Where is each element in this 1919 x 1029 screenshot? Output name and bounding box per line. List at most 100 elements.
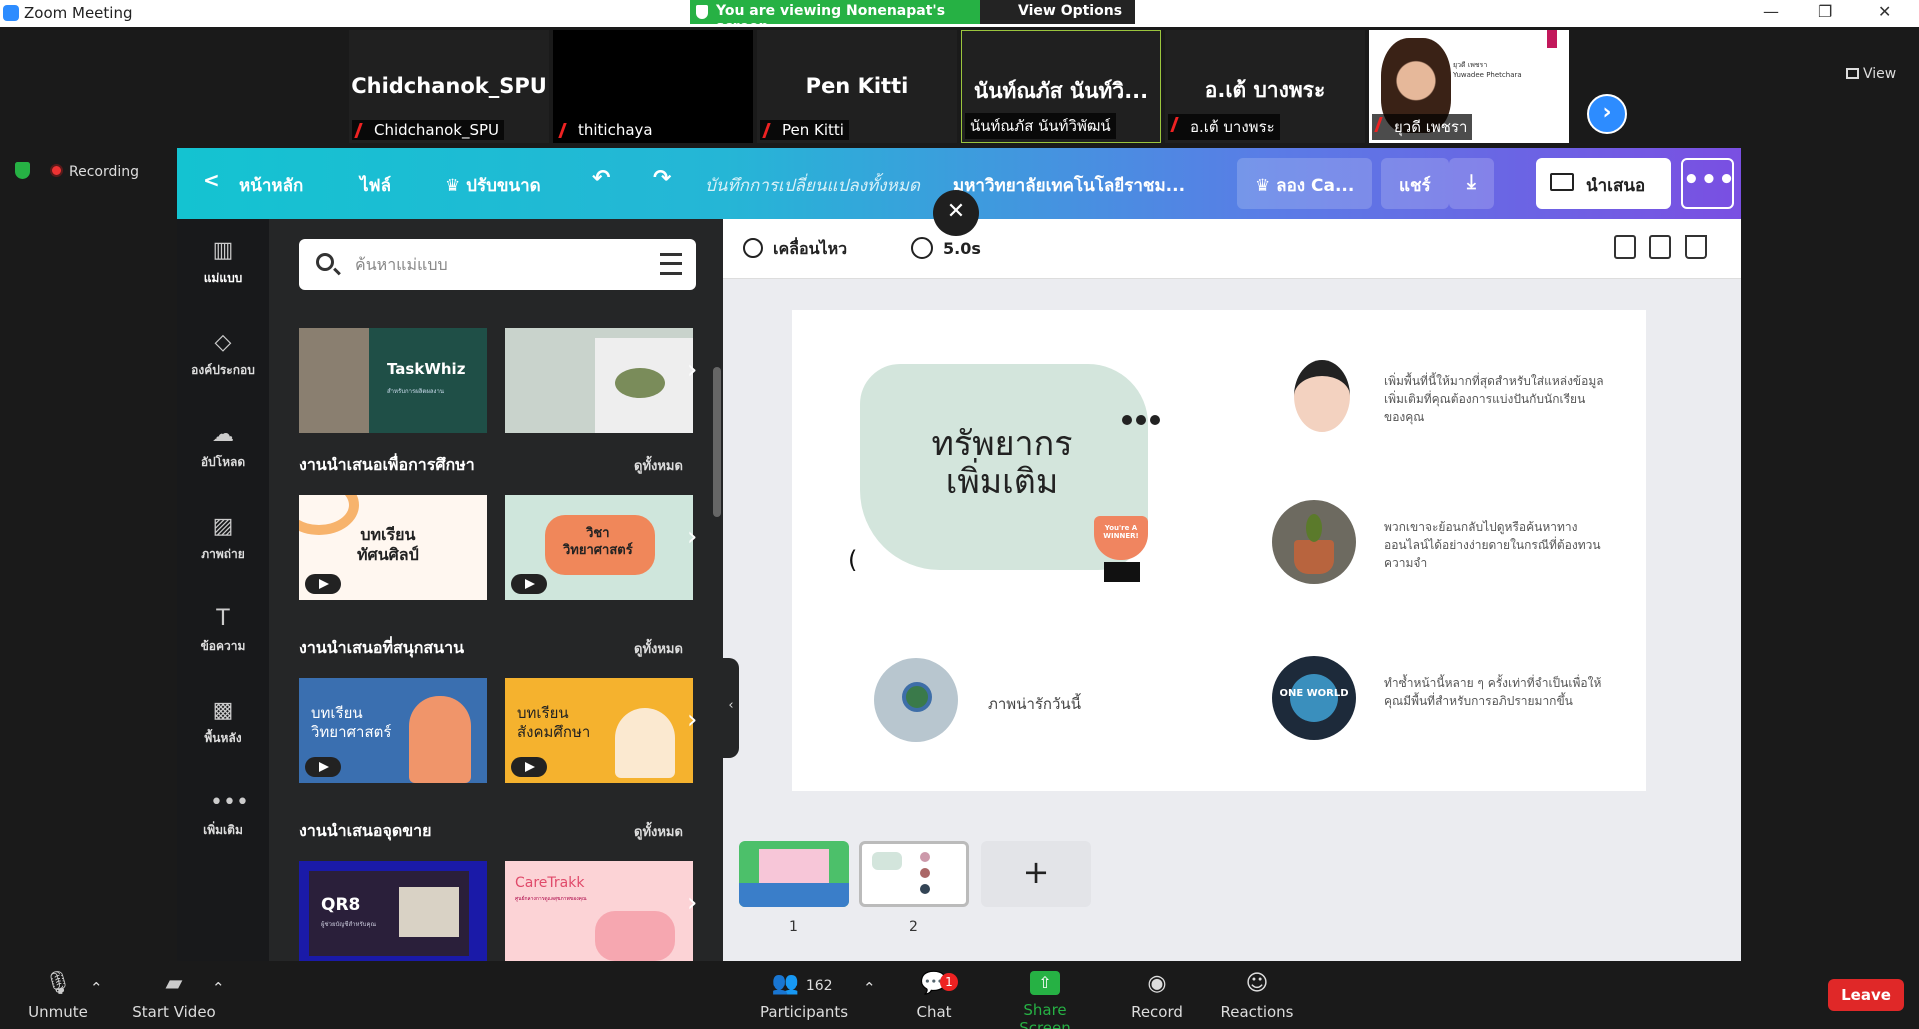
redo-icon[interactable]: ↷: [653, 166, 671, 191]
participant-tile[interactable]: อ.เต้ บางพระ อ.เต้ บางพระ: [1165, 30, 1365, 143]
file-menu[interactable]: ไฟล์: [360, 172, 391, 199]
template-thumbnail[interactable]: บทเรียน สังคมศึกษา: [505, 678, 693, 783]
trophy-sticker[interactable]: You're A WINNER!: [1088, 510, 1154, 582]
upload-icon: ☁: [212, 422, 234, 447]
add-page-button[interactable]: +: [981, 841, 1091, 907]
nav-background[interactable]: ▩ พื้นหลัง: [177, 699, 269, 748]
try-canva-pro-button[interactable]: ♛ ลอง Ca...: [1237, 158, 1373, 209]
page-thumbnail-1[interactable]: [739, 841, 849, 907]
chat-button[interactable]: 💬 1 Chat: [910, 971, 958, 1021]
animate-button[interactable]: เคลื่อนไหว: [743, 237, 847, 262]
participant-tile-video[interactable]: ยุวดี เพชรา Yuwadee Phetchara ยุวดี เพชรา: [1369, 30, 1569, 143]
nav-photos[interactable]: ▨ ภาพถ่าย: [177, 515, 269, 564]
carousel-next-icon[interactable]: ›: [687, 888, 697, 918]
timer-icon: [911, 237, 933, 259]
template-title: CareTrakk: [515, 875, 585, 891]
unmute-button[interactable]: 🎙 Unmute: [28, 971, 88, 1021]
shield-icon: [696, 5, 708, 19]
participant-tile-active-speaker[interactable]: นันท์ณภัส นันท์วิ... นันท์ณภัส นันท์วิพั…: [961, 30, 1161, 143]
reactions-icon: ☺: [1245, 971, 1269, 996]
carousel-next-icon[interactable]: ›: [687, 522, 697, 552]
download-icon[interactable]: ⤓: [1449, 158, 1494, 209]
add-page-icon[interactable]: [1614, 235, 1636, 259]
view-layout-button[interactable]: View: [1846, 66, 1896, 82]
nav-uploads[interactable]: ☁ อัปโหลด: [177, 423, 269, 472]
slide-text-2[interactable]: พวกเขาจะย้อนกลับไปดูหรือค้นหาทางออนไลน์ไ…: [1384, 518, 1604, 572]
template-thumbnail[interactable]: วิชา วิทยาศาสตร์: [505, 495, 693, 600]
editor-horizontal-scroll[interactable]: [723, 811, 1741, 823]
page-thumbnail-2[interactable]: [859, 841, 969, 907]
nav-more[interactable]: ••• เพิ่มเติม: [177, 791, 269, 840]
template-title: TaskWhiz: [387, 360, 466, 378]
undo-icon[interactable]: ↶: [592, 166, 610, 191]
nav-elements[interactable]: ◇ องค์ประกอบ: [177, 331, 269, 380]
more-options-button[interactable]: •••: [1681, 158, 1735, 209]
one-world-image[interactable]: ONE WORLD: [1272, 656, 1356, 740]
view-options-button[interactable]: View Options ⌄: [980, 0, 1135, 35]
leave-meeting-button[interactable]: Leave: [1828, 979, 1904, 1011]
see-all-link[interactable]: ดูทั้งหมด: [634, 455, 683, 476]
participant-tile[interactable]: thitichaya: [553, 30, 753, 143]
share-screen-button[interactable]: ⇧ Share Screen: [998, 971, 1092, 1029]
template-thumbnail[interactable]: บทเรียน วิทยาศาสตร์: [299, 678, 487, 783]
delete-page-icon[interactable]: [1685, 235, 1707, 259]
carousel-next-icon[interactable]: ›: [687, 705, 697, 735]
minimize-button[interactable]: —: [1763, 2, 1779, 21]
share-button[interactable]: แชร์: [1381, 158, 1449, 209]
next-participants-button[interactable]: ›: [1587, 94, 1627, 134]
search-icon: [316, 253, 334, 271]
participants-button[interactable]: 👥 162 Participants: [760, 971, 848, 1021]
template-thumbnail[interactable]: CareTrakk ศูนย์กลางการดูแลสุขภาพของคุณ: [505, 861, 693, 961]
participant-name-label: นันท์ณภัส นันท์วิพัฒน์: [965, 113, 1116, 139]
resize-button[interactable]: ♛ ปรับขนาด: [445, 172, 541, 199]
nav-templates[interactable]: ▥ แม่แบบ: [177, 239, 269, 288]
back-chevron-icon[interactable]: <: [203, 168, 220, 192]
reactions-button[interactable]: ☺ Reactions: [1220, 971, 1294, 1021]
participant-tile[interactable]: Pen Kitti Pen Kitti: [757, 30, 957, 143]
restore-button[interactable]: ❐: [1818, 2, 1832, 21]
photo-decoration: [1547, 30, 1557, 48]
timing-button[interactable]: 5.0s: [911, 237, 981, 259]
start-video-button[interactable]: ▰ Start Video: [132, 971, 216, 1021]
video-play-icon: [305, 757, 341, 777]
duplicate-page-icon[interactable]: [1649, 235, 1671, 259]
nav-text[interactable]: T ข้อความ: [177, 607, 269, 656]
see-all-link[interactable]: ดูทั้งหมด: [634, 821, 683, 842]
see-all-link[interactable]: ดูทั้งหมด: [634, 638, 683, 659]
audio-options-caret[interactable]: ⌃: [90, 979, 103, 997]
slide-title[interactable]: ทรัพยากร เพิ่มเติม: [887, 425, 1117, 501]
record-button[interactable]: ◉ Record: [1130, 971, 1184, 1021]
search-input[interactable]: ค้นหาแม่แบบ: [355, 253, 448, 278]
canva-editor: เคลื่อนไหว 5.0s ✕ ทรัพยากร เพิ่มเติม You…: [723, 190, 1741, 961]
close-window-button[interactable]: ✕: [1878, 2, 1891, 21]
carousel-next-icon[interactable]: ›: [687, 355, 697, 385]
close-popup-button[interactable]: ✕: [933, 190, 979, 236]
template-search[interactable]: ค้นหาแม่แบบ: [299, 239, 696, 290]
plant-pot: [1294, 540, 1334, 574]
cartoon-avatar-image[interactable]: [1280, 354, 1364, 438]
participant-tile[interactable]: Chidchanok_SPU Chidchanok_SPU: [349, 30, 549, 143]
template-thumbnail[interactable]: QR8 ผู้ช่วยบัญชีสำหรับคุณ: [299, 861, 487, 961]
template-thumbnail[interactable]: บทเรียน ทัศนศิลป์: [299, 495, 487, 600]
globe-hands-image[interactable]: [874, 658, 958, 742]
collapse-panel-button[interactable]: ‹: [723, 658, 739, 758]
photo-icon: ▨: [212, 514, 234, 539]
plant-leaf: [1306, 514, 1322, 542]
participant-name-label: ยุวดี เพชรา: [1372, 114, 1473, 140]
video-options-caret[interactable]: ⌃: [212, 979, 225, 997]
slide-canvas[interactable]: ทรัพยากร เพิ่มเติม You're A WINNER! ( เพ…: [792, 310, 1646, 791]
plant-image[interactable]: [1272, 500, 1356, 584]
slide-caption[interactable]: ภาพน่ารักวันนี้: [988, 692, 1081, 716]
template-thumbnail[interactable]: [505, 328, 693, 433]
template-thumbnail[interactable]: TaskWhiz สำหรับการผลิตผลงาน: [299, 328, 487, 433]
participant-name-label: Chidchanok_SPU: [352, 120, 505, 140]
present-button[interactable]: นำเสนอ: [1536, 158, 1671, 209]
page-preview-dot: [920, 884, 930, 894]
home-button[interactable]: หน้าหลัก: [239, 172, 303, 199]
panel-scrollbar[interactable]: [713, 367, 721, 517]
slide-text-3[interactable]: ทำซ้ำหน้านี้หลาย ๆ ครั้งเท่าที่จำเป็นเพื…: [1384, 674, 1604, 710]
filter-icon[interactable]: [660, 253, 682, 275]
document-title[interactable]: มหาวิทยาลัยเทคโนโลยีราชม...: [953, 172, 1185, 199]
slide-text-1[interactable]: เพิ่มพื้นที่นี้ให้มากที่สุดสำหรับใส่แหล่…: [1384, 372, 1604, 426]
participants-options-caret[interactable]: ⌃: [863, 979, 876, 997]
